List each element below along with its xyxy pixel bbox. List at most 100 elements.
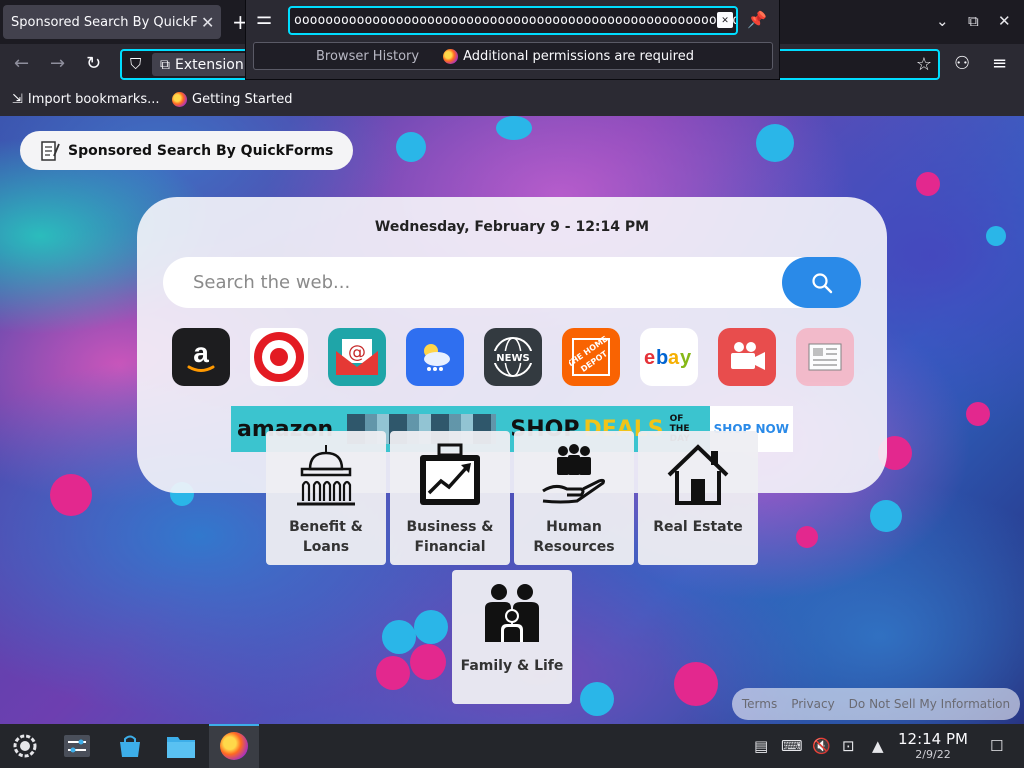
tile-family-life[interactable]: Family & Life — [452, 570, 572, 704]
file-manager-icon[interactable] — [164, 730, 198, 762]
show-desktop-icon[interactable]: ☐ — [990, 737, 1003, 755]
clear-input-icon[interactable]: ✕ — [717, 12, 733, 28]
tile-human-resources[interactable]: Human Resources — [514, 431, 634, 565]
svg-text:a: a — [193, 337, 209, 368]
system-settings-icon[interactable] — [60, 730, 94, 762]
shortcut-weather[interactable] — [406, 328, 464, 386]
house-icon — [667, 444, 729, 505]
globe-news-icon: NEWS — [492, 337, 534, 377]
video-camera-icon — [731, 342, 765, 370]
page-content: Sponsored Search By QuickForms Wednesday… — [0, 116, 1024, 724]
decor-ball — [966, 402, 990, 426]
keyboard-icon[interactable]: ⌨ — [781, 737, 803, 755]
bookmark-label: Import bookmarks... — [27, 92, 160, 107]
clipboard-icon[interactable]: ▤ — [754, 737, 768, 755]
decor-ball — [50, 474, 92, 516]
tile-label-line: Resources — [533, 539, 615, 555]
tile-real-estate[interactable]: Real Estate — [638, 431, 758, 565]
shortcut-amazon[interactable]: a — [172, 328, 230, 386]
ebay-icon: e b a y — [644, 347, 692, 369]
tile-label-line: Human — [546, 519, 602, 535]
tile-label: Benefit & Loans — [271, 517, 381, 557]
tile-label-line: Loans — [302, 539, 350, 555]
tray-expand-icon[interactable]: ▲ — [872, 737, 884, 755]
shortcut-video[interactable] — [718, 328, 776, 386]
svg-text:e: e — [644, 347, 655, 369]
volume-muted-icon[interactable]: 🔇 — [812, 737, 831, 755]
home-depot-icon: THE HOME DEPOT — [569, 335, 610, 376]
svg-text:@: @ — [348, 342, 366, 363]
app-launcher-icon[interactable] — [8, 730, 42, 762]
shortcut-ebay[interactable]: e b a y — [640, 328, 698, 386]
restore-icon[interactable]: ⧉ — [968, 12, 979, 30]
popup-text-input[interactable]: oooooooooooooooooooooooooooooooooooooooo… — [288, 6, 738, 35]
sliders-icon[interactable]: ⚌ — [256, 8, 272, 29]
extensions-icon[interactable]: ⚇ — [954, 53, 970, 74]
decor-ball — [986, 226, 1006, 246]
bookmark-getting-started[interactable]: Getting Started — [172, 92, 293, 107]
discover-store-icon[interactable] — [113, 730, 147, 762]
firefox-icon — [172, 92, 187, 107]
minimize-icon[interactable]: ⌄ — [936, 12, 949, 30]
search-icon — [811, 272, 832, 293]
decor-ball — [580, 682, 614, 716]
footer-links: Terms Privacy Do Not Sell My Information — [732, 688, 1020, 720]
decor-ball — [916, 172, 940, 196]
svg-text:a: a — [668, 347, 680, 369]
amazon-icon: a — [187, 337, 215, 372]
pin-icon[interactable]: 📌 — [747, 10, 767, 29]
briefcase-chart-icon — [420, 443, 480, 505]
date-time: Wednesday, February 9 - 12:14 PM — [374, 219, 650, 235]
close-window-icon[interactable]: ✕ — [998, 12, 1011, 30]
tile-label: Business & Financial — [395, 517, 505, 557]
shortcut-news[interactable]: NEWS — [484, 328, 542, 386]
tile-business-financial[interactable]: Business & Financial — [390, 431, 510, 565]
shortcut-newspaper[interactable] — [796, 328, 854, 386]
permission-message: Additional permissions are required — [443, 48, 694, 64]
privacy-link[interactable]: Privacy — [791, 697, 834, 711]
shortcut-mail[interactable]: @ — [328, 328, 386, 386]
decor-ball — [496, 116, 532, 140]
clock-time: 12:14 PM — [898, 730, 968, 748]
newspaper-icon — [808, 343, 842, 371]
extension-chip-label: Extension ( — [175, 56, 254, 73]
firefox-taskbar-icon[interactable] — [217, 730, 251, 762]
tab-sponsored-search[interactable]: Sponsored Search By QuickForms ✕ — [3, 5, 221, 39]
shortcut-target[interactable] — [250, 328, 308, 386]
svg-text:NEWS: NEWS — [496, 353, 529, 364]
terms-link[interactable]: Terms — [742, 697, 777, 711]
brand-pill[interactable]: Sponsored Search By QuickForms — [20, 131, 354, 170]
svg-text:y: y — [680, 347, 692, 369]
decor-ball — [756, 124, 794, 162]
taskbar: ▤ ⌨ 🔇 ⊡ ▲ 12:14 PM 2/9/22 ☐ — [0, 724, 1024, 768]
forward-button[interactable]: → — [50, 53, 65, 74]
search-card: Wednesday, February 9 - 12:14 PM a @ — [137, 197, 887, 493]
clock[interactable]: 12:14 PM 2/9/22 — [896, 730, 970, 761]
target-icon — [254, 332, 304, 382]
tab-close-icon[interactable]: ✕ — [201, 13, 214, 32]
reload-button[interactable]: ↻ — [86, 53, 101, 74]
shortcut-home-depot[interactable]: THE HOME DEPOT — [562, 328, 620, 386]
shield-icon[interactable]: ⛉ — [130, 55, 141, 73]
weather-icon — [424, 344, 450, 371]
decor-ball — [376, 656, 410, 690]
menu-icon[interactable]: ≡ — [992, 53, 1007, 74]
bookmark-label: Getting Started — [192, 92, 293, 107]
back-button[interactable]: ← — [14, 53, 29, 74]
people-hand-icon — [542, 444, 605, 504]
decor-ball — [870, 500, 902, 532]
permission-row[interactable]: Browser History Additional permissions a… — [253, 42, 773, 70]
search-button[interactable] — [782, 257, 861, 308]
do-not-sell-link[interactable]: Do Not Sell My Information — [849, 697, 1010, 711]
bookmark-star-icon[interactable]: ☆ — [916, 54, 932, 75]
bookmarks-toolbar: ⇲ Import bookmarks... Getting Started — [0, 84, 1024, 116]
decor-ball — [414, 610, 448, 644]
network-icon[interactable]: ⊡ — [842, 737, 855, 755]
decor-ball — [674, 662, 718, 706]
tab-title: Sponsored Search By QuickForms — [11, 14, 197, 30]
search-input[interactable] — [163, 257, 861, 308]
tile-label-line: Financial — [414, 539, 486, 555]
tile-benefit-loans[interactable]: Benefit & Loans — [266, 431, 386, 565]
bookmark-import[interactable]: ⇲ Import bookmarks... — [12, 92, 160, 107]
family-icon — [485, 584, 539, 642]
